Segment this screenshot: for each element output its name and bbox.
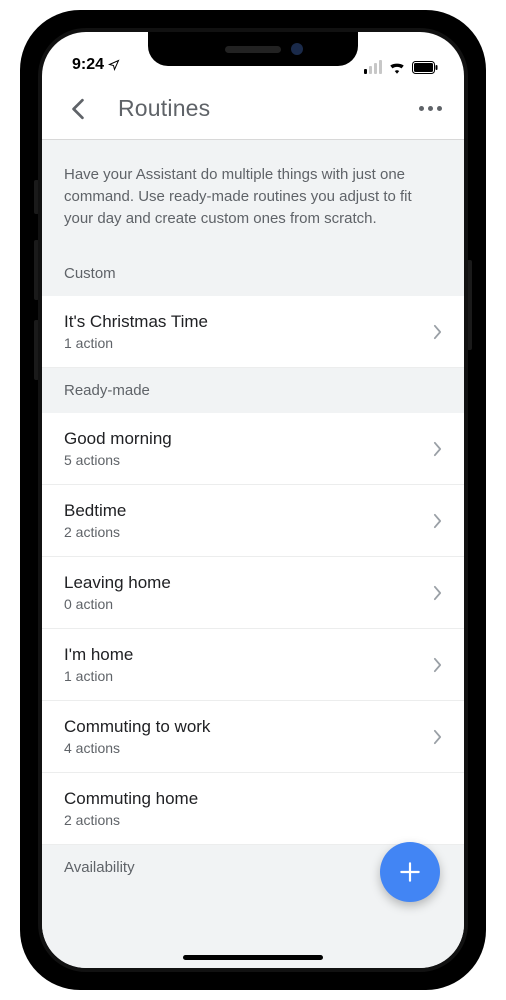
section-label-ready: Ready-made [42,368,464,413]
home-indicator[interactable] [183,955,323,960]
location-arrow-icon [108,59,120,71]
routine-subtitle: 1 action [64,668,133,684]
wifi-icon [388,60,406,74]
cellular-signal-icon [364,60,382,74]
page-title: Routines [118,95,210,122]
chevron-right-icon [433,441,442,457]
overflow-menu-button[interactable] [419,106,442,111]
add-routine-fab[interactable] [380,842,440,902]
status-time: 9:24 [72,56,104,74]
routine-name: Commuting to work [64,717,210,737]
phone-frame: 9:24 Ro [20,10,486,990]
routine-subtitle: 2 actions [64,524,126,540]
routine-subtitle: 4 actions [64,740,210,756]
routine-name: It's Christmas Time [64,312,208,332]
routine-row-im-home[interactable]: I'm home 1 action [42,629,464,701]
routine-name: Commuting home [64,789,198,809]
back-button[interactable] [64,95,92,123]
more-icon [419,106,424,111]
chevron-right-icon [433,324,442,340]
routine-row-commuting-home[interactable]: Commuting home 2 actions [42,773,464,845]
routine-subtitle: 1 action [64,335,208,351]
routine-subtitle: 5 actions [64,452,172,468]
routine-row-bedtime[interactable]: Bedtime 2 actions [42,485,464,557]
intro-text: Have your Assistant do multiple things w… [42,140,464,251]
chevron-right-icon [433,585,442,601]
chevron-left-icon [71,98,85,120]
routine-subtitle: 2 actions [64,812,198,828]
routine-row-commuting-to-work[interactable]: Commuting to work 4 actions [42,701,464,773]
battery-icon [412,61,438,74]
routine-name: Good morning [64,429,172,449]
section-label-custom: Custom [42,251,464,296]
routine-subtitle: 0 action [64,596,171,612]
chevron-right-icon [433,513,442,529]
routine-row-good-morning[interactable]: Good morning 5 actions [42,413,464,485]
page-header: Routines [42,78,464,140]
phone-notch [148,32,358,66]
routine-name: I'm home [64,645,133,665]
routine-row-leaving-home[interactable]: Leaving home 0 action [42,557,464,629]
plus-icon [397,859,423,885]
content-scroll[interactable]: Have your Assistant do multiple things w… [42,140,464,968]
chevron-right-icon [433,657,442,673]
chevron-right-icon [433,729,442,745]
routine-name: Bedtime [64,501,126,521]
routine-row-christmas[interactable]: It's Christmas Time 1 action [42,296,464,368]
routine-name: Leaving home [64,573,171,593]
